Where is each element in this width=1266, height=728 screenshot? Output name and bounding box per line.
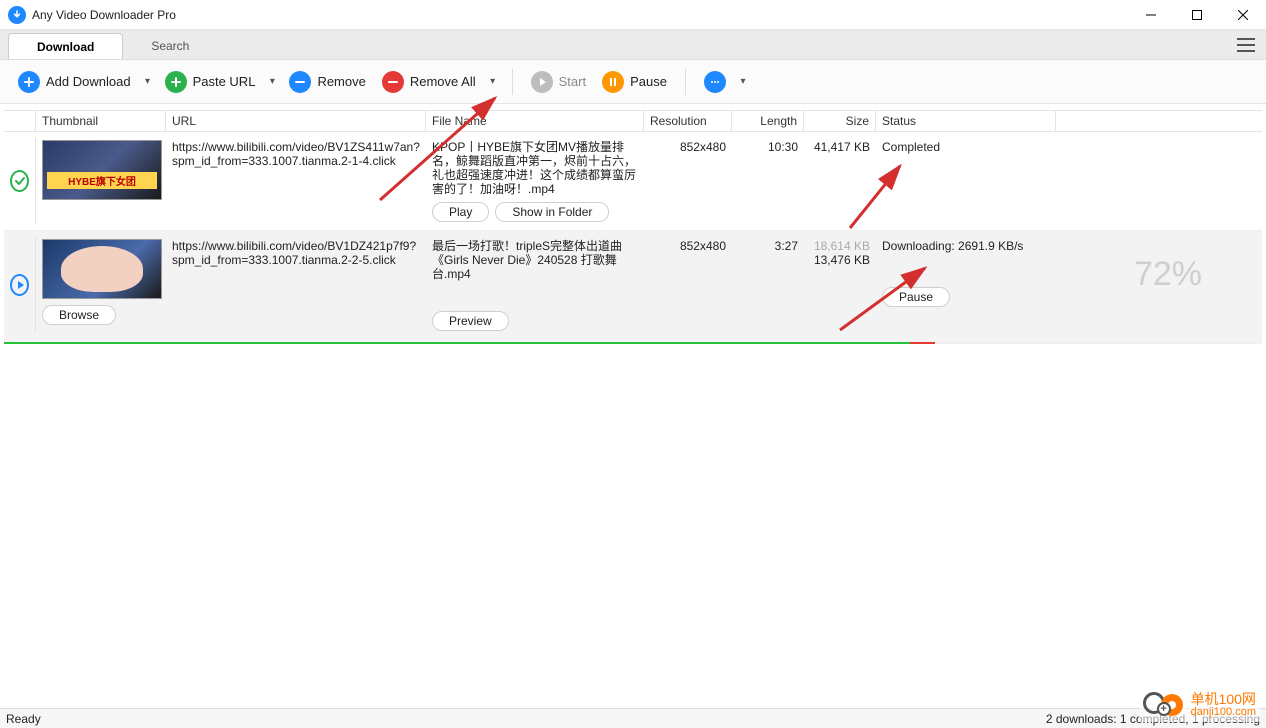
minus-icon [382,71,404,93]
plus-icon [165,71,187,93]
titlebar: Any Video Downloader Pro [0,0,1266,30]
watermark-logo-icon: + [1143,690,1185,720]
play-icon [10,274,29,296]
paste-url-dropdown[interactable]: ▾ [265,72,279,91]
paste-url-label: Paste URL [193,74,256,89]
row-url: https://www.bilibili.com/video/BV1DZ421p… [166,237,426,333]
col-thumbnail[interactable]: Thumbnail [36,111,166,131]
col-status[interactable]: Status [876,111,1056,131]
add-download-label: Add Download [46,74,131,89]
row-filename: KPOP丨HYBE旗下女团MV播放量排名，鲸舞蹈版直冲第一，烬前十占六，礼也超强… [432,140,638,196]
browse-button[interactable]: Browse [42,305,116,325]
paste-url-button[interactable]: Paste URL [159,67,262,97]
play-icon [531,71,553,93]
table-row[interactable]: HYBE旗下女团 https://www.bilibili.com/video/… [4,132,1262,231]
more-button[interactable] [698,67,732,97]
plus-icon [18,71,40,93]
progress-percent: 72% [1134,255,1202,294]
progress-bar-buffer [910,342,935,344]
app-logo-icon [8,6,26,24]
app-title: Any Video Downloader Pro [32,8,176,22]
thumbnail-image: HYBE旗下女团 [42,140,162,200]
col-file[interactable]: File Name [426,111,644,131]
row-size: 41,417 KB [804,138,876,224]
remove-all-dropdown[interactable]: ▾ [486,72,500,91]
row-filename: 最后一场打歌！tripleS完整体出道曲《Girls Never Die》240… [432,239,638,281]
close-button[interactable] [1220,0,1266,30]
table-header: Thumbnail URL File Name Resolution Lengt… [4,110,1262,132]
show-in-folder-button[interactable]: Show in Folder [495,202,609,222]
menu-icon[interactable] [1234,34,1258,56]
play-file-button[interactable]: Play [432,202,489,222]
add-download-dropdown[interactable]: ▾ [141,72,155,91]
status-left: Ready [6,712,41,726]
toolbar: Add Download ▾ Paste URL ▾ Remove Remove… [0,60,1266,104]
window-controls [1128,0,1266,30]
table-row[interactable]: Browse https://www.bilibili.com/video/BV… [4,231,1262,344]
pause-button[interactable]: Pause [596,67,673,97]
start-label: Start [559,74,586,89]
maximize-button[interactable] [1174,0,1220,30]
add-download-button[interactable]: Add Download [12,67,137,97]
remove-label: Remove [317,74,365,89]
col-resolution[interactable]: Resolution [644,111,732,131]
row-status: Downloading: 2691.9 KB/s [882,239,1023,253]
preview-button[interactable]: Preview [432,311,509,331]
watermark: + 单机100网 danji100.com [1139,688,1260,722]
row-length: 3:27 [732,237,804,333]
more-dropdown[interactable]: ▾ [736,72,750,91]
pause-row-button[interactable]: Pause [882,287,950,307]
tab-bar: Download Search [0,30,1266,60]
status-bar: Ready 2 downloads: 1 completed, 1 proces… [0,708,1266,728]
minus-icon [289,71,311,93]
tab-search[interactable]: Search [123,33,217,59]
minimize-button[interactable] [1128,0,1174,30]
row-status: Completed [876,138,1056,224]
more-icon [704,71,726,93]
pause-label: Pause [630,74,667,89]
row-length: 10:30 [732,138,804,224]
download-list: HYBE旗下女团 https://www.bilibili.com/video/… [4,132,1262,344]
col-length[interactable]: Length [732,111,804,131]
check-icon [10,170,29,192]
row-url: https://www.bilibili.com/video/BV1ZS411w… [166,138,426,224]
pause-icon [602,71,624,93]
thumbnail-image [42,239,162,299]
row-resolution: 852x480 [644,237,732,333]
remove-button[interactable]: Remove [283,67,371,97]
progress-bar [4,342,910,344]
remove-all-label: Remove All [410,74,476,89]
col-size[interactable]: Size [804,111,876,131]
row-size: 18,614 KB 13,476 KB [804,237,876,333]
remove-all-button[interactable]: Remove All [376,67,482,97]
start-button[interactable]: Start [525,67,592,97]
col-url[interactable]: URL [166,111,426,131]
row-resolution: 852x480 [644,138,732,224]
tab-download[interactable]: Download [8,33,123,59]
